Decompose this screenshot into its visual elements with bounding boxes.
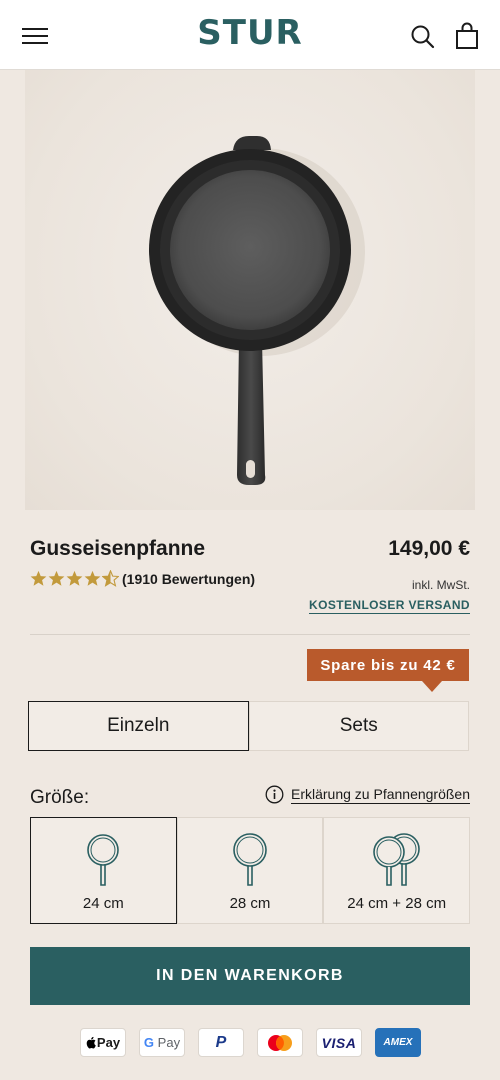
apple-pay-icon: Pay <box>80 1028 126 1057</box>
size-option-label: 28 cm <box>229 895 271 912</box>
tab-sets[interactable]: Sets <box>248 701 469 751</box>
cast-iron-pan-image <box>149 136 365 485</box>
google-pay-icon: G Pay <box>139 1028 185 1057</box>
search-icon[interactable] <box>410 24 436 50</box>
size-options: 24 cm 28 cm 24 cm + 28 cm <box>30 817 471 924</box>
divider <box>30 634 470 635</box>
size-option-set-24-28[interactable]: 24 cm + 28 cm <box>323 817 471 924</box>
size-help-text: Erklärung zu Pfannengrößen <box>291 785 470 804</box>
size-option-24cm[interactable]: 24 cm <box>30 817 177 924</box>
tab-einzeln[interactable]: Einzeln <box>28 701 249 751</box>
mastercard-icon <box>257 1028 303 1057</box>
size-label: Größe: <box>30 787 90 808</box>
mastercard-logo-icon <box>268 1034 292 1051</box>
free-shipping-link[interactable]: KOSTENLOSER VERSAND <box>309 598 470 614</box>
save-badge: Spare bis zu 42 € <box>307 649 469 681</box>
half-star-icon <box>102 570 119 587</box>
star-icon <box>84 570 101 586</box>
info-icon <box>265 785 284 804</box>
save-badge-pointer <box>422 681 442 692</box>
apple-logo-icon <box>86 1036 96 1049</box>
shopping-bag-icon[interactable] <box>454 22 480 50</box>
size-option-label: 24 cm + 28 cm <box>347 895 447 912</box>
product-title: Gusseisenpfanne <box>30 537 206 560</box>
star-icon <box>66 570 83 586</box>
add-to-cart-button[interactable]: IN DEN WARENKORB <box>30 947 470 1005</box>
review-count[interactable]: (1910 Bewertungen) <box>122 571 255 587</box>
amex-icon: AMEX <box>375 1028 421 1057</box>
purchase-type-tabs: Einzeln Sets <box>28 701 469 751</box>
apple-pay-label: Pay <box>96 1035 121 1050</box>
size-help-link[interactable]: Erklärung zu Pfannengrößen <box>265 785 470 804</box>
visa-icon: VISA <box>316 1028 362 1057</box>
size-option-28cm[interactable]: 28 cm <box>176 817 324 924</box>
payment-methods: Pay G Pay P VISA AMEX <box>80 1028 421 1057</box>
google-g-icon: G <box>143 1035 155 1050</box>
paypal-icon: P <box>198 1028 244 1057</box>
star-icon <box>30 570 47 586</box>
star-icon <box>48 570 65 586</box>
product-image[interactable] <box>25 70 475 510</box>
product-price: 149,00 € <box>388 537 470 560</box>
pan-pair-outline-icon <box>372 833 420 886</box>
site-header: STUR <box>0 0 500 70</box>
size-option-label: 24 cm <box>82 895 124 912</box>
rating-stars[interactable]: (1910 Bewertungen) <box>30 570 255 587</box>
vat-note: inkl. MwSt. <box>411 578 470 592</box>
google-pay-label: Pay <box>157 1035 181 1050</box>
pan-outline-icon <box>87 834 120 886</box>
pan-outline-icon <box>233 833 267 886</box>
